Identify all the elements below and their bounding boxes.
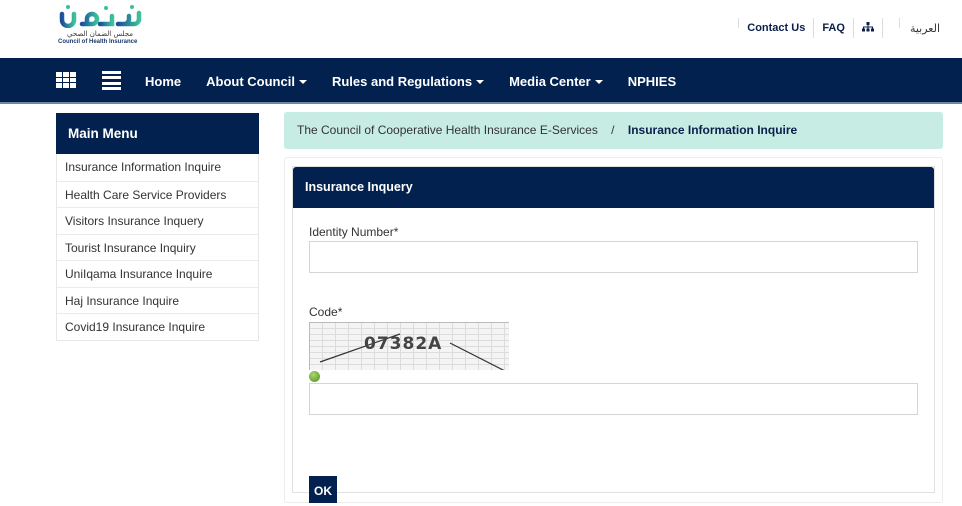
divider xyxy=(738,18,740,28)
grid-icon[interactable] xyxy=(56,72,76,88)
nav-item-label: Rules and Regulations xyxy=(331,73,473,89)
top-header: مجلس الضمان الصحي Council of Health Insu… xyxy=(0,0,962,58)
refresh-icon[interactable] xyxy=(309,371,320,382)
nav-item-rules-and-regulations[interactable]: Rules and Regulations xyxy=(331,73,485,89)
nav-item-home[interactable]: Home xyxy=(145,74,181,89)
sidebar-item-covid19-insurance-inquire[interactable]: Covid19 Insurance Inquire xyxy=(57,313,258,340)
panel-title: Insurance Inquery xyxy=(293,167,934,208)
main-navbar: Home About Council Rules and Regulations… xyxy=(0,58,962,104)
ok-button[interactable]: OK xyxy=(309,476,337,503)
logo-english-subtitle: Council of Health Insurance xyxy=(58,39,138,45)
breadcrumb: The Council of Cooperative Health Insura… xyxy=(284,112,943,149)
divider xyxy=(852,18,854,38)
sidebar-item-uniiqama-insurance-inquire[interactable]: UniIqama Insurance Inquire xyxy=(57,260,258,287)
sidebar-list: Insurance Information Inquire Health Car… xyxy=(56,154,259,341)
caret-down-icon xyxy=(594,80,603,85)
council-logo[interactable]: مجلس الضمان الصحي Council of Health Insu… xyxy=(58,4,142,48)
contact-us-link[interactable]: Contact Us xyxy=(747,22,805,34)
breadcrumb-section-link[interactable]: E-Services xyxy=(540,123,598,137)
code-input[interactable] xyxy=(309,383,918,415)
nav-item-nphies[interactable]: NPHIES xyxy=(628,74,676,89)
identity-number-label: Identity Number* xyxy=(309,225,399,239)
language-switch-link[interactable]: العربية xyxy=(910,22,940,35)
breadcrumb-root-link[interactable]: The Council of Cooperative Health Insura… xyxy=(297,123,536,137)
top-links: Contact Us FAQ العربية xyxy=(730,16,940,40)
nav-items: Home About Council Rules and Regulations… xyxy=(145,58,701,104)
nav-item-media-center[interactable]: Media Center xyxy=(509,74,603,89)
sidebar-item-visitors-insurance-inquery[interactable]: Visitors Insurance Inquery xyxy=(57,207,258,234)
divider xyxy=(813,18,815,38)
identity-number-input[interactable] xyxy=(309,241,918,273)
sidebar-item-haj-insurance-inquire[interactable]: Haj Insurance Inquire xyxy=(57,286,258,314)
logo-arabic-subtitle: مجلس الضمان الصحي xyxy=(67,30,133,38)
faq-link[interactable]: FAQ xyxy=(822,22,845,34)
divider xyxy=(898,18,900,28)
divider xyxy=(881,18,883,38)
sitemap-icon xyxy=(861,21,874,31)
captcha-image: 07382A xyxy=(309,322,509,370)
nav-item-label: NPHIES xyxy=(627,73,677,89)
sitemap-link[interactable] xyxy=(861,21,874,35)
caret-down-icon xyxy=(476,80,485,85)
menu-icon[interactable] xyxy=(102,71,121,90)
sidebar-item-insurance-information-inquire[interactable]: Insurance Information Inquire xyxy=(57,154,258,181)
breadcrumb-current: Insurance Information Inquire xyxy=(627,123,798,137)
nav-item-about-council[interactable]: About Council xyxy=(206,74,307,89)
sidebar-title: Main Menu xyxy=(56,113,259,154)
breadcrumb-separator: / xyxy=(611,123,615,137)
captcha-text: 07382A xyxy=(364,334,443,354)
code-label: Code* xyxy=(309,305,343,319)
caret-down-icon xyxy=(298,80,307,85)
nav-item-label: Media Center xyxy=(509,73,591,89)
sidebar: Main Menu Insurance Information Inquire … xyxy=(56,113,259,341)
logo-mark-icon xyxy=(59,5,142,28)
nav-item-label: Home xyxy=(145,73,182,89)
sidebar-item-health-care-service-providers[interactable]: Health Care Service Providers xyxy=(57,180,258,208)
sidebar-item-tourist-insurance-inquiry[interactable]: Tourist Insurance Inquiry xyxy=(57,233,258,261)
nav-item-label: About Council xyxy=(206,73,295,89)
